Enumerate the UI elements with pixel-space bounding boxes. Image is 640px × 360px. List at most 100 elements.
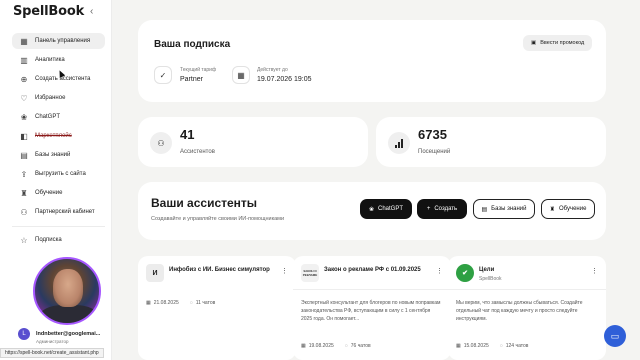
chart-icon: ▥ bbox=[20, 55, 28, 65]
assistant-name: Закон о рекламе РФ с 01.09.2025 bbox=[324, 267, 421, 273]
sidebar-item-label: Создать ассистента bbox=[35, 76, 91, 82]
valid-until-label: Действует до bbox=[257, 67, 288, 73]
assistants-count: 41 bbox=[180, 127, 195, 142]
openai-icon: ❀ bbox=[20, 112, 28, 122]
main-content: Ваша подписка ▣ Ввести промокод ✓ Текущи… bbox=[112, 0, 640, 360]
openai-icon: ❀ bbox=[368, 206, 374, 213]
assistant-author: SpellBook bbox=[479, 276, 502, 282]
sidebar-item-learning[interactable]: ♜ Обучение bbox=[12, 185, 105, 201]
sidebar-item-label: Выгрузить с сайта bbox=[35, 171, 86, 177]
sidebar-item-subscription[interactable]: ☆ Подписка bbox=[12, 232, 105, 248]
partner-icon: ⚇ bbox=[20, 207, 28, 217]
assistant-card[interactable]: И Инфобиз с ИИ. Бизнес симулятор ⋮ ▦ 21.… bbox=[138, 256, 296, 360]
user-name: lndnbetter@googlemai... bbox=[36, 331, 101, 337]
assistants-subtitle: Создавайте и управляйте своими ИИ-помощн… bbox=[151, 216, 285, 222]
upload-icon: ⇪ bbox=[20, 169, 28, 179]
card-divider bbox=[293, 289, 451, 290]
knowledge-bases-button[interactable]: ▤ Базы знаний bbox=[473, 199, 535, 219]
plan-label: Текущий тариф bbox=[180, 67, 217, 73]
assistants-title: Ваши ассистенты bbox=[151, 196, 258, 210]
calendar-icon: ▦ bbox=[232, 66, 250, 84]
learning-button[interactable]: ♜ Обучение bbox=[541, 199, 595, 219]
assistant-date: 19.08.2025 bbox=[308, 343, 334, 349]
plan-value: Partner bbox=[180, 76, 203, 83]
grid-icon: ▦ bbox=[20, 36, 28, 46]
more-menu-icon[interactable]: ⋮ bbox=[436, 267, 443, 275]
assistants-header-card: Ваши ассистенты Создавайте и управляйте … bbox=[138, 182, 606, 240]
chatgpt-button-label: ChatGPT bbox=[378, 206, 404, 212]
sidebar-item-label: Подписка bbox=[35, 237, 62, 243]
calendar-icon: ▦ bbox=[456, 343, 461, 349]
assistant-date: 21.08.2025 bbox=[153, 300, 179, 306]
assistants-label: Ассистентов bbox=[180, 149, 215, 155]
stat-card-visits: 6735 Посещений bbox=[376, 117, 606, 167]
assistant-chats: 124 чатов bbox=[505, 343, 529, 349]
cap-icon: ♜ bbox=[20, 188, 28, 198]
sidebar-item-partner[interactable]: ⚇ Партнерский кабинет bbox=[12, 204, 105, 220]
calendar-icon: ▦ bbox=[146, 300, 151, 306]
chat-icon: ◌ bbox=[499, 343, 503, 349]
subscription-title: Ваша подписка bbox=[154, 39, 231, 50]
assistant-thumb: И bbox=[146, 264, 164, 282]
avatar: L bbox=[18, 328, 30, 340]
user-role: Администратор bbox=[36, 339, 69, 344]
chat-icon: ◌ bbox=[344, 343, 348, 349]
sidebar-item-dashboard[interactable]: ▦ Панель управления bbox=[12, 33, 105, 49]
visits-label: Посещений bbox=[418, 149, 451, 155]
assistant-meta: ▦ 15.08.2025 ◌ 124 чатов bbox=[456, 343, 528, 349]
chat-icon: ◌ bbox=[189, 300, 193, 306]
assistant-thumb: ЗАКОН О РЕКЛАМЕ bbox=[301, 264, 319, 282]
bag-icon: ◧ bbox=[20, 131, 28, 141]
ticket-icon: ▣ bbox=[531, 40, 537, 46]
plus-circle-icon: ⊕ bbox=[20, 74, 28, 84]
sidebar-item-label: Маркетплейс bbox=[35, 133, 72, 139]
check-icon: ✓ bbox=[154, 66, 172, 84]
more-menu-icon[interactable]: ⋮ bbox=[591, 267, 598, 275]
star-icon: ☆ bbox=[20, 235, 28, 245]
more-menu-icon[interactable]: ⋮ bbox=[281, 267, 288, 275]
assistant-name: Инфобиз с ИИ. Бизнес симулятор bbox=[169, 267, 270, 273]
status-bar-url: https://spell-book.net/create_assistant.… bbox=[0, 348, 104, 358]
assistant-card[interactable]: ЗАКОН О РЕКЛАМЕ Закон о рекламе РФ с 01.… bbox=[293, 256, 451, 360]
book-icon: ▤ bbox=[20, 150, 28, 160]
sidebar-item-label: Партнерский кабинет bbox=[35, 209, 95, 215]
webcam-overlay[interactable] bbox=[33, 257, 101, 325]
webcam-person-shirt bbox=[39, 305, 99, 323]
kb-button-label: Базы знаний bbox=[491, 206, 527, 212]
valid-until-value: 19.07.2026 19:05 bbox=[257, 76, 312, 83]
sidebar-item-label: Базы знаний bbox=[35, 152, 71, 158]
bar-chart-icon bbox=[388, 132, 410, 154]
create-assistant-button[interactable]: + Создать bbox=[417, 199, 467, 219]
collapse-sidebar-icon[interactable]: ‹ bbox=[90, 6, 93, 17]
assistant-card[interactable]: ✔ Цели SpellBook ⋮ Мы верим, что замыслы… bbox=[448, 256, 606, 360]
sidebar-item-label: Избранное bbox=[35, 95, 66, 101]
promo-code-button[interactable]: ▣ Ввести промокод bbox=[523, 35, 593, 51]
heart-icon: ♡ bbox=[20, 93, 28, 103]
visits-count: 6735 bbox=[418, 127, 447, 142]
sidebar-item-analytics[interactable]: ▥ Аналитика bbox=[12, 52, 105, 68]
sidebar-item-label: ChatGPT bbox=[35, 114, 61, 120]
create-button-label: Создать bbox=[434, 206, 458, 212]
chatgpt-button[interactable]: ❀ ChatGPT bbox=[360, 199, 412, 219]
assistant-name: Цели bbox=[479, 267, 495, 273]
book-icon: ▤ bbox=[481, 206, 488, 213]
card-divider bbox=[448, 289, 606, 290]
assistant-date: 15.08.2025 bbox=[463, 343, 489, 349]
sidebar-item-marketplace[interactable]: ◧ Маркетплейс bbox=[12, 128, 105, 144]
webcam-person-face bbox=[53, 269, 83, 307]
users-icon: ⚇ bbox=[150, 132, 172, 154]
sidebar-divider bbox=[12, 226, 105, 227]
plus-icon: + bbox=[426, 206, 431, 212]
assistant-description: Экспертный консультант для блогеров по н… bbox=[301, 300, 441, 322]
sidebar-item-chatgpt[interactable]: ❀ ChatGPT bbox=[12, 109, 105, 125]
sidebar-item-upload-site[interactable]: ⇪ Выгрузить с сайта bbox=[12, 166, 105, 182]
sidebar-item-knowledge-bases[interactable]: ▤ Базы знаний bbox=[12, 147, 105, 163]
app-logo[interactable]: SpellBook bbox=[13, 4, 84, 19]
sidebar-item-favorites[interactable]: ♡ Избранное bbox=[12, 90, 105, 106]
stat-card-assistants: ⚇ 41 Ассистентов bbox=[138, 117, 368, 167]
chat-support-button[interactable]: ▭ bbox=[604, 325, 626, 347]
sidebar-item-label: Обучение bbox=[35, 190, 63, 196]
subscription-card: Ваша подписка ▣ Ввести промокод ✓ Текущи… bbox=[138, 20, 606, 102]
cap-icon: ♜ bbox=[549, 206, 555, 213]
assistant-description: Мы верим, что замыслы должны сбываться. … bbox=[456, 300, 583, 322]
